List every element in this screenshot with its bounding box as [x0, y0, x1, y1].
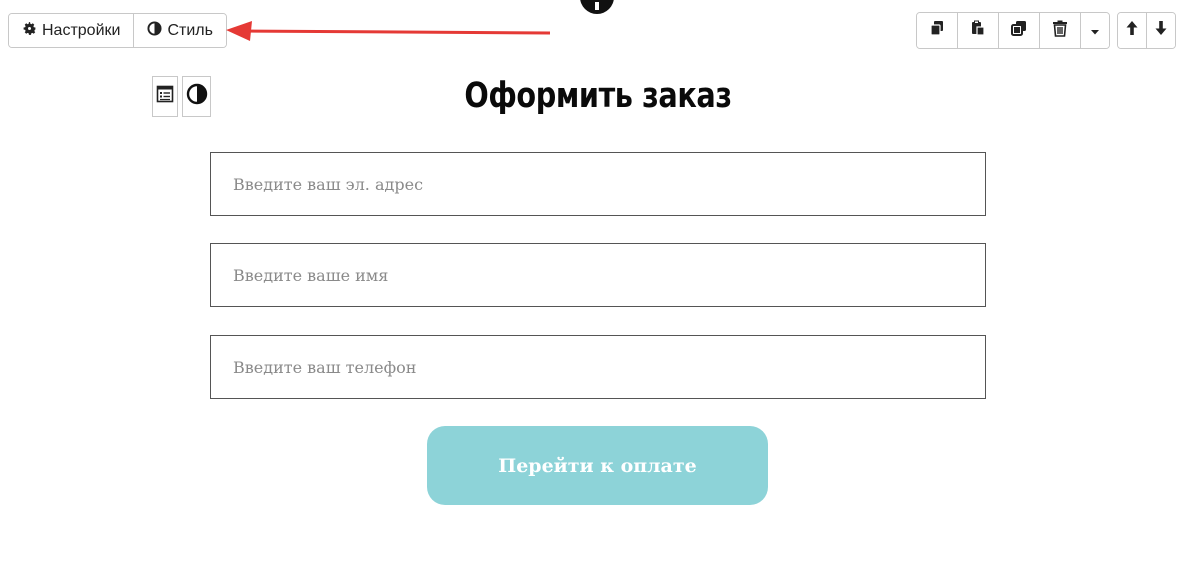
name-field-wrapper: [210, 243, 986, 307]
duplicate-icon: [1011, 20, 1027, 41]
trash-icon: [1052, 20, 1068, 42]
style-label: Стиль: [167, 21, 213, 39]
page-title: Оформить заказ: [464, 76, 732, 116]
paste-icon: [970, 20, 986, 41]
gear-icon: [22, 21, 37, 41]
email-field-wrapper: [210, 152, 986, 216]
paste-button[interactable]: [958, 13, 999, 48]
settings-button[interactable]: Настройки: [9, 14, 135, 47]
settings-label: Настройки: [42, 21, 121, 39]
email-field[interactable]: [211, 153, 985, 215]
duplicate-button[interactable]: [999, 13, 1040, 48]
phone-field-wrapper: [210, 335, 986, 399]
add-block-handle[interactable]: [580, 0, 614, 14]
block-actions-toolbar: [916, 12, 1110, 49]
contrast-icon: [147, 20, 162, 41]
checkout-button[interactable]: Перейти к оплате: [427, 426, 768, 505]
copy-icon: [929, 20, 945, 41]
block-move-toolbar: [1117, 12, 1176, 49]
name-field[interactable]: [211, 244, 985, 306]
phone-field[interactable]: [211, 336, 985, 398]
copy-button[interactable]: [917, 13, 958, 48]
annotation-arrow: [226, 21, 551, 41]
delete-button[interactable]: [1040, 13, 1081, 48]
caret-down-icon: [1090, 22, 1100, 40]
move-down-button[interactable]: [1147, 13, 1175, 48]
style-button[interactable]: Стиль: [134, 14, 226, 47]
more-actions-dropdown[interactable]: [1081, 13, 1109, 48]
move-up-button[interactable]: [1118, 13, 1147, 48]
arrow-up-icon: [1126, 20, 1138, 41]
block-settings-toolbar: Настройки Стиль: [8, 13, 227, 48]
arrow-down-icon: [1155, 20, 1167, 41]
